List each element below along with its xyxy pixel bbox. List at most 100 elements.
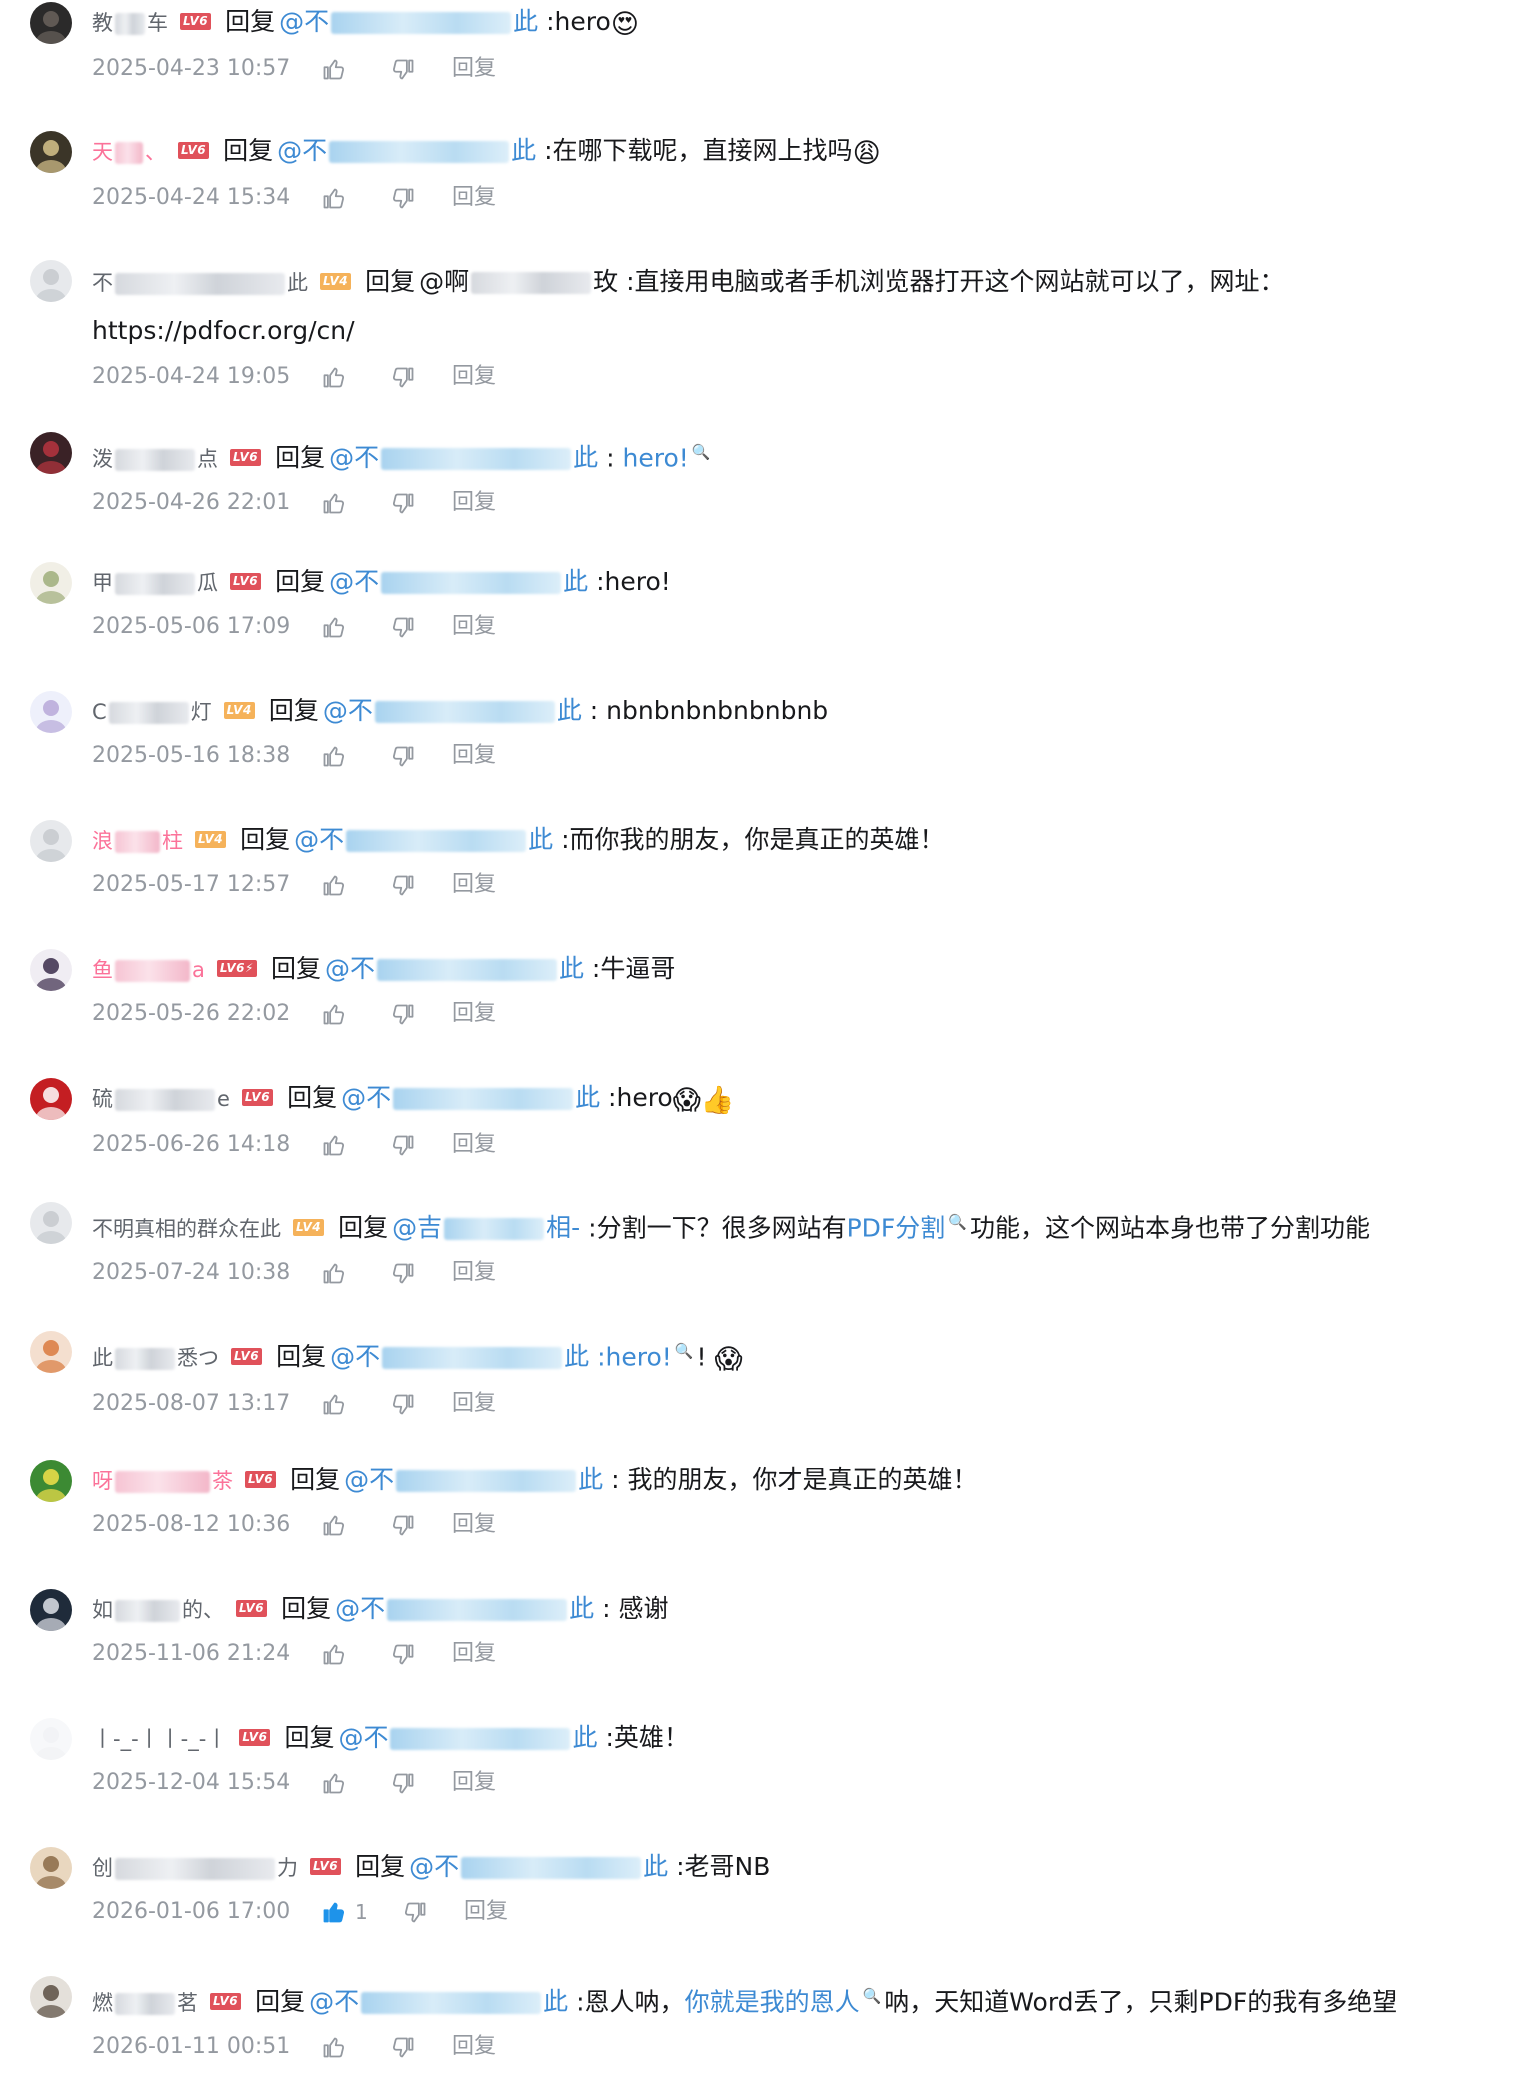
mention-link[interactable]: @不 此 [341, 1083, 600, 1112]
mention-link[interactable]: @不 此 [279, 7, 538, 36]
reply-button[interactable]: 回复 [452, 1123, 496, 1167]
reply-button[interactable]: 回复 [452, 992, 496, 1036]
like-button[interactable] [320, 614, 390, 641]
orange-hair-avatar-icon[interactable] [30, 1331, 72, 1373]
lamp-avatar-icon[interactable] [30, 131, 72, 173]
mention-link[interactable]: @不 此 [329, 443, 598, 472]
reply-button[interactable]: 回复 [452, 1632, 496, 1676]
like-button[interactable] [320, 490, 390, 517]
dark-fox-avatar-icon[interactable] [30, 949, 72, 991]
dislike-button[interactable] [390, 614, 452, 641]
mention-link[interactable]: @吉 相- [392, 1213, 580, 1242]
reply-button[interactable]: 回复 [452, 176, 496, 220]
empty-avatar-icon[interactable] [30, 1718, 72, 1760]
keyword-link[interactable]: hero! [623, 443, 689, 472]
username[interactable]: 天、 [92, 140, 166, 164]
mention-link[interactable]: @不 此 [344, 1465, 603, 1494]
dislike-button[interactable] [390, 185, 452, 212]
green-frog-avatar-icon[interactable] [30, 1460, 72, 1502]
reply-button[interactable]: 回复 [452, 863, 496, 907]
search-icon[interactable]: 🔍 [692, 443, 711, 461]
dislike-button[interactable] [390, 56, 452, 83]
cat-girl-avatar-icon[interactable] [30, 691, 72, 733]
mention-link[interactable]: @不 此 [325, 954, 584, 983]
mention-link[interactable]: @不 此 [294, 825, 553, 854]
keyword-link[interactable]: PDF分割 [847, 1213, 946, 1242]
reply-button[interactable]: 回复 [452, 1251, 496, 1295]
dislike-button[interactable] [390, 1770, 452, 1797]
username[interactable]: 甲瓜 [92, 571, 218, 595]
default-tv-avatar-icon[interactable] [30, 260, 72, 302]
like-button[interactable] [320, 1770, 390, 1797]
mention-link[interactable]: @不 此 [330, 1342, 589, 1371]
search-icon[interactable]: 🔍 [863, 1987, 882, 2005]
like-button[interactable] [320, 56, 390, 83]
username[interactable]: 不明真相的群众在此 [92, 1217, 281, 1241]
username[interactable]: 浪柱 [92, 829, 183, 853]
reply-button[interactable]: 回复 [464, 1890, 508, 1934]
red-jacket-avatar-icon[interactable] [30, 432, 72, 474]
mention-link[interactable]: @不 此 [335, 1594, 594, 1623]
mention-link[interactable]: @不 此 [323, 696, 582, 725]
reply-button[interactable]: 回复 [452, 605, 496, 649]
dislike-button[interactable] [390, 743, 452, 770]
dislike-button[interactable] [390, 490, 452, 517]
search-icon[interactable]: 🔍 [675, 1342, 694, 1360]
like-button[interactable] [320, 1512, 390, 1539]
reply-button[interactable]: 回复 [452, 734, 496, 778]
like-button[interactable] [320, 743, 390, 770]
dislike-button[interactable] [390, 1391, 452, 1418]
hatted-man-avatar-icon[interactable] [30, 1976, 72, 2018]
anime-girl-avatar-icon[interactable] [30, 562, 72, 604]
keyword-link[interactable]: :hero! [589, 1342, 672, 1371]
default-tv-avatar-icon[interactable] [30, 820, 72, 862]
like-button[interactable] [320, 185, 390, 212]
username[interactable]: 鱼a [92, 958, 205, 982]
like-button[interactable] [320, 1260, 390, 1287]
reply-button[interactable]: 回复 [452, 2025, 496, 2069]
dislike-button[interactable] [390, 1260, 452, 1287]
username[interactable]: C灯 [92, 700, 212, 724]
username[interactable]: 呀茶 [92, 1469, 233, 1493]
dislike-button[interactable] [390, 1132, 452, 1159]
like-button[interactable] [320, 1132, 390, 1159]
like-button[interactable] [320, 1001, 390, 1028]
username[interactable]: 如 的、 [92, 1598, 224, 1622]
username[interactable]: 燃茗 [92, 1991, 198, 2016]
red-ball-avatar-icon[interactable] [30, 1078, 72, 1120]
dislike-button[interactable] [390, 1512, 452, 1539]
mention-link[interactable]: @不 此 [309, 1987, 568, 2016]
reply-button[interactable]: 回复 [452, 355, 496, 399]
like-button[interactable] [320, 1641, 390, 1668]
bearded-man-avatar-icon[interactable] [30, 1847, 72, 1889]
mention-link[interactable]: @不 此 [409, 1852, 668, 1881]
dislike-button[interactable] [390, 872, 452, 899]
default-tv-avatar-icon[interactable] [30, 1202, 72, 1244]
reply-button[interactable]: 回复 [452, 481, 496, 525]
username[interactable]: 创力 [92, 1856, 298, 1880]
like-button[interactable] [320, 1391, 390, 1418]
like-button[interactable] [320, 2034, 390, 2061]
dislike-button[interactable] [402, 1899, 464, 1926]
like-button[interactable] [320, 364, 390, 391]
username[interactable]: 泼点 [92, 447, 218, 472]
dislike-button[interactable] [390, 1641, 452, 1668]
username[interactable]: 不此 [92, 271, 308, 295]
dislike-button[interactable] [390, 2034, 452, 2061]
mention-link[interactable]: @不 此 [329, 567, 588, 596]
reply-button[interactable]: 回复 [452, 1503, 496, 1547]
like-button[interactable] [320, 872, 390, 899]
reply-button[interactable]: 回复 [452, 1761, 496, 1805]
dark-hair-avatar-icon[interactable] [30, 2, 72, 44]
reply-button[interactable]: 回复 [452, 47, 496, 91]
username[interactable]: 教车 [92, 11, 168, 35]
like-button[interactable]: 1 [320, 1890, 402, 1934]
dislike-button[interactable] [390, 1001, 452, 1028]
username[interactable]: 丨-_-丨丨-_-丨 [92, 1727, 227, 1751]
dislike-button[interactable] [390, 364, 452, 391]
mention-link[interactable]: @不 此 [338, 1723, 597, 1752]
username[interactable]: 此 悉つ [92, 1346, 219, 1371]
keyword-link[interactable]: 你就是我的恩人 [685, 1987, 860, 2016]
search-icon[interactable]: 🔍 [948, 1213, 967, 1231]
dark-anime-avatar-icon[interactable] [30, 1589, 72, 1631]
